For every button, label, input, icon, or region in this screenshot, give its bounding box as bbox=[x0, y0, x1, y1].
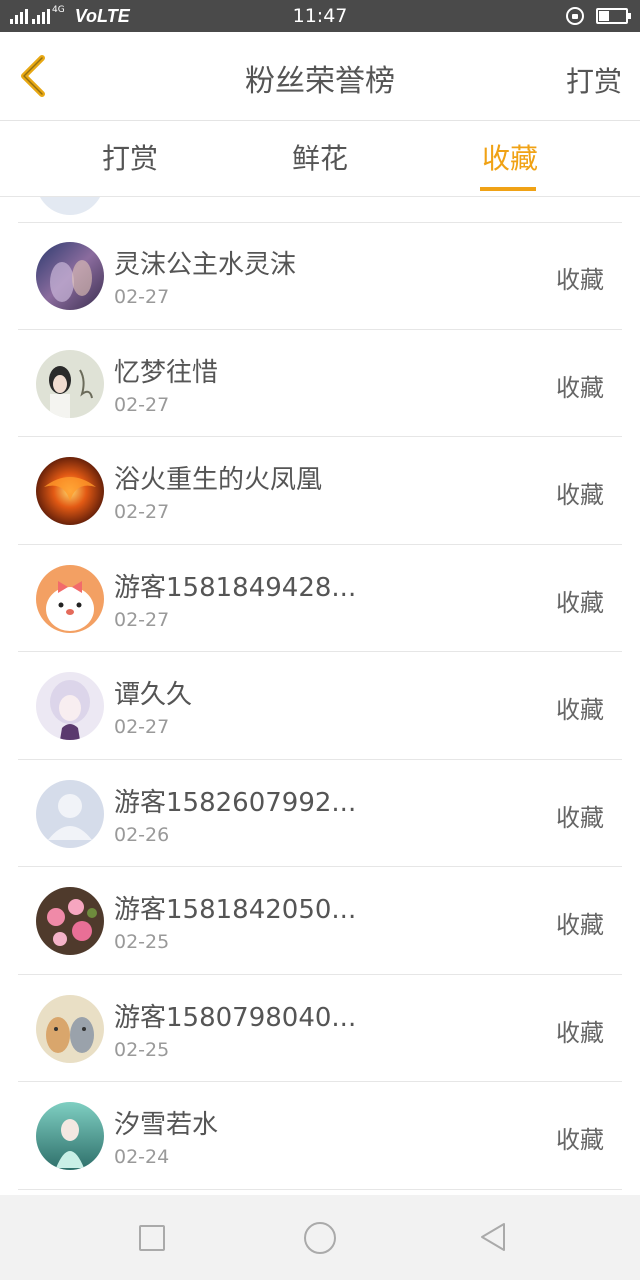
user-name: 浴火重生的火凤凰 bbox=[114, 465, 323, 495]
list-item[interactable]: 灵沫公主水灵沫 02-27 收藏 bbox=[18, 222, 622, 330]
date: 02-25 bbox=[114, 931, 170, 953]
date: 02-26 bbox=[114, 823, 170, 846]
list-item-partial[interactable] bbox=[18, 197, 622, 223]
tab-flowers[interactable]: 鲜花 bbox=[260, 121, 380, 196]
avatar bbox=[36, 1102, 104, 1170]
date: 02-25 bbox=[114, 1038, 170, 1061]
tab-favorites[interactable]: 收藏 bbox=[450, 121, 570, 196]
user-name: 忆梦往惜 bbox=[114, 357, 219, 388]
avatar bbox=[36, 564, 104, 633]
avatar bbox=[36, 779, 104, 848]
system-nav-bar bbox=[0, 1195, 640, 1280]
favorite-label: 收藏 bbox=[556, 266, 604, 294]
home-icon[interactable] bbox=[304, 1222, 336, 1254]
favorite-label: 收藏 bbox=[556, 588, 604, 617]
list-item[interactable]: 浴火重生的火凤凰 02-27 收藏 bbox=[18, 437, 622, 545]
favorite-label: 收藏 bbox=[556, 911, 604, 939]
tab-bar: 打赏 鲜花 收藏 bbox=[0, 121, 640, 197]
list-item[interactable]: 忆梦往惜 02-27 收藏 bbox=[18, 330, 622, 437]
list-item[interactable]: 游客1580798040... 02-25 收藏 bbox=[18, 975, 622, 1082]
avatar bbox=[36, 349, 104, 418]
user-name: 游客1581849428... bbox=[114, 572, 357, 603]
rotation-lock-icon bbox=[566, 7, 584, 25]
avatar bbox=[36, 672, 104, 740]
back-triangle-icon[interactable] bbox=[478, 1221, 508, 1253]
date: 02-27 bbox=[114, 393, 170, 416]
list-item[interactable]: 游客1581849428... 02-27 收藏 bbox=[18, 545, 622, 652]
reward-button[interactable]: 打赏 bbox=[566, 32, 622, 120]
header: 粉丝荣誉榜 打赏 bbox=[0, 32, 640, 121]
favorite-label: 收藏 bbox=[556, 696, 604, 724]
avatar bbox=[36, 994, 104, 1063]
favorite-label: 收藏 bbox=[556, 1126, 604, 1154]
favorite-label: 收藏 bbox=[556, 803, 604, 832]
date: 02-24 bbox=[114, 1146, 170, 1168]
clock: 11:47 bbox=[292, 5, 348, 27]
list-item[interactable]: 汐雪若水 02-24 收藏 bbox=[18, 1082, 622, 1190]
list-item[interactable]: 游客1581842050... 02-25 收藏 bbox=[18, 867, 622, 975]
avatar bbox=[36, 197, 104, 215]
avatar bbox=[36, 457, 104, 525]
battery-icon bbox=[596, 8, 631, 24]
fan-list[interactable]: 灵沫公主水灵沫 02-27 收藏 忆梦往惜 02-27 收藏 浴火重生的火凤凰 bbox=[0, 197, 640, 1195]
avatar bbox=[36, 887, 104, 955]
date: 02-27 bbox=[114, 716, 170, 738]
date: 02-27 bbox=[114, 501, 170, 523]
list-item[interactable]: 游客1582607992... 02-26 收藏 bbox=[18, 760, 622, 867]
tab-reward[interactable]: 打赏 bbox=[70, 121, 190, 196]
status-bar-right bbox=[566, 0, 631, 32]
list-item[interactable]: 谭久久 02-27 收藏 bbox=[18, 652, 622, 760]
user-name: 汐雪若水 bbox=[114, 1110, 219, 1140]
user-name: 游客1582607992... bbox=[114, 787, 357, 818]
user-name: 谭久久 bbox=[114, 680, 193, 710]
favorite-label: 收藏 bbox=[556, 373, 604, 402]
page-title: 粉丝荣誉榜 bbox=[245, 64, 395, 99]
recents-icon[interactable] bbox=[139, 1225, 165, 1251]
date: 02-27 bbox=[114, 286, 170, 308]
status-bar: 4G VoLTE 11:47 bbox=[0, 0, 640, 32]
user-name: 游客1580798040... bbox=[114, 1002, 357, 1033]
user-name: 灵沫公主水灵沫 bbox=[114, 250, 297, 280]
date: 02-27 bbox=[114, 608, 170, 631]
favorite-label: 收藏 bbox=[556, 1018, 604, 1047]
favorite-label: 收藏 bbox=[556, 481, 604, 509]
user-name: 游客1581842050... bbox=[114, 895, 357, 925]
avatar bbox=[36, 242, 104, 310]
